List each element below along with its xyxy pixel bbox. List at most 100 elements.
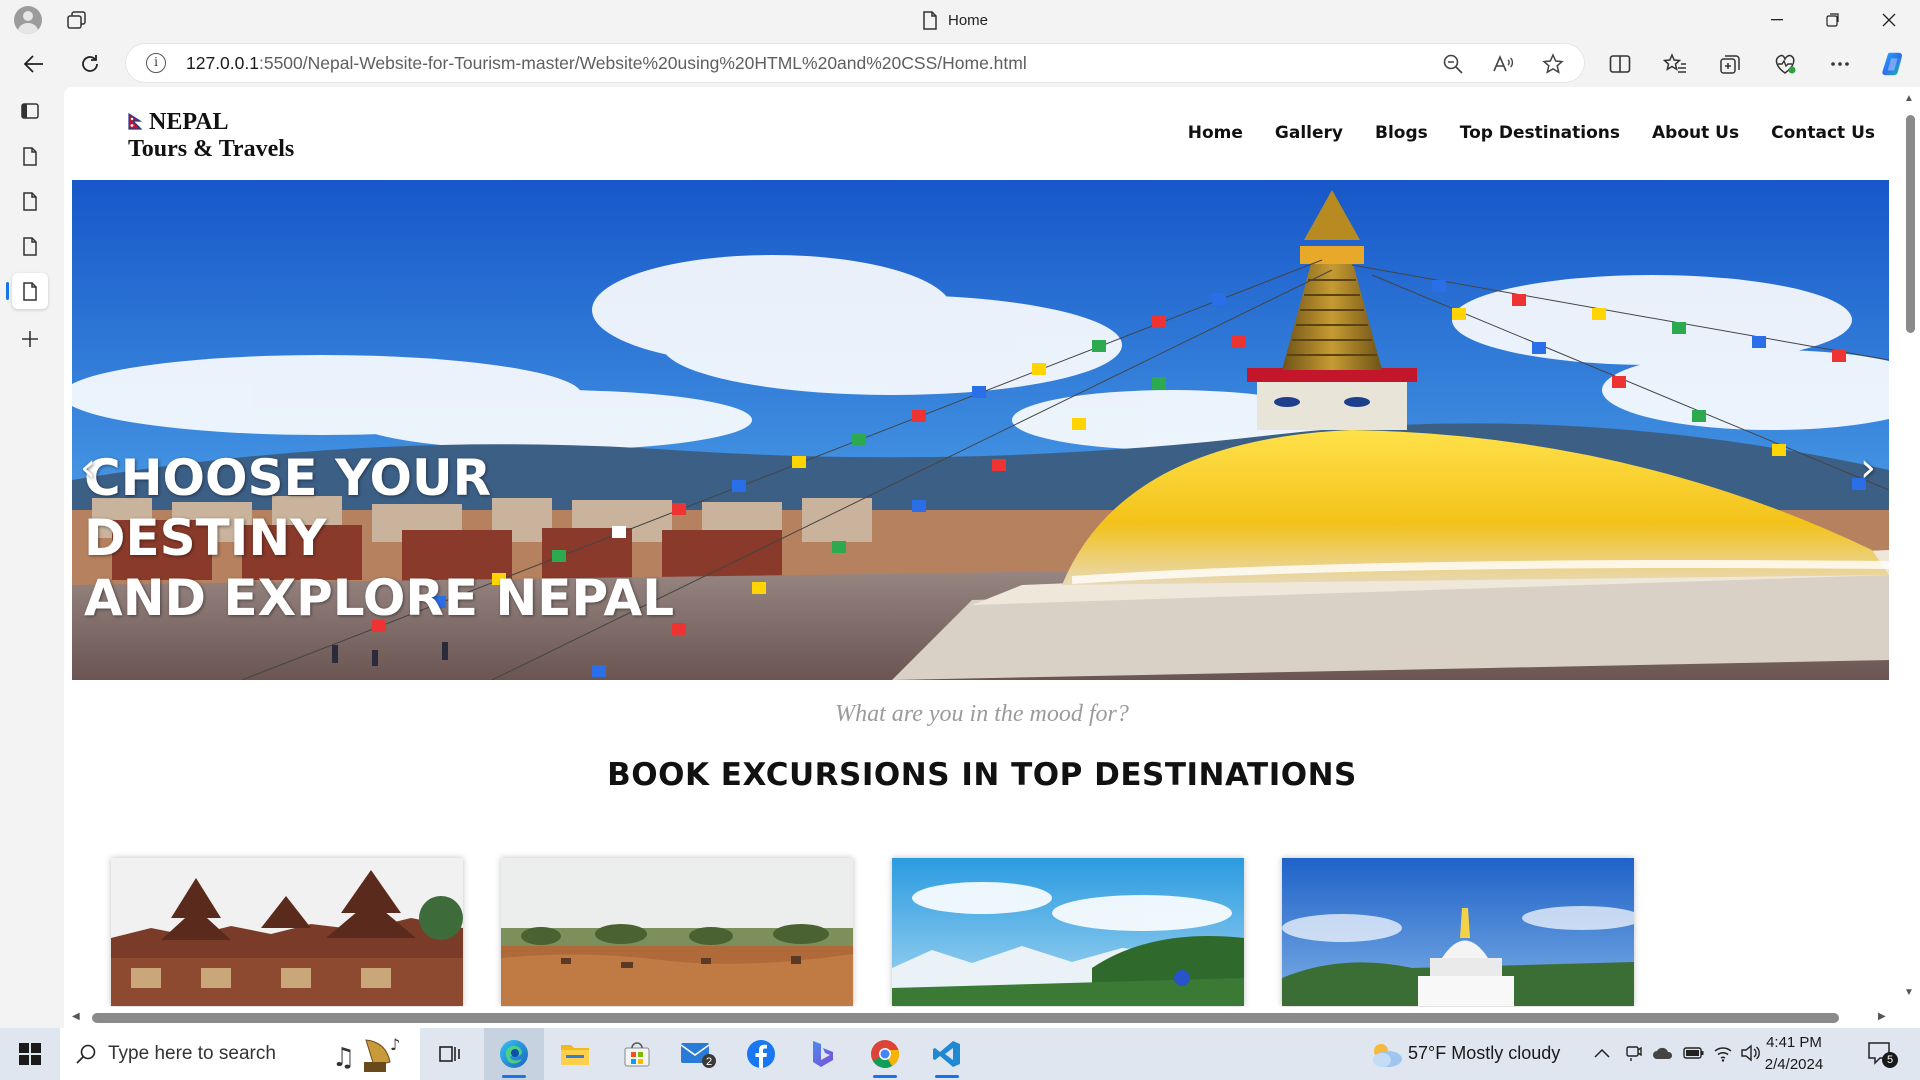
page-icon: [23, 236, 37, 256]
horizontal-scroll-thumb[interactable]: [92, 1013, 1839, 1023]
page-viewport: NEPAL Tours & Travels Home Gallery Blogs…: [64, 87, 1920, 1028]
bing-icon: [813, 1041, 833, 1067]
nav-about-us[interactable]: About Us: [1652, 123, 1739, 143]
vertical-tab-3[interactable]: [12, 228, 48, 264]
taskbar-chrome[interactable]: [855, 1028, 915, 1080]
restore-button[interactable]: [1806, 0, 1860, 40]
vertical-tab-1[interactable]: [12, 138, 48, 174]
music-gramophone-icon: ♫ ♪: [332, 1035, 400, 1073]
tab-actions-icon[interactable]: [66, 10, 88, 30]
vertical-tab-strip: [0, 87, 62, 1028]
minimize-button[interactable]: [1750, 0, 1804, 40]
start-button[interactable]: [0, 1028, 60, 1080]
scroll-right-icon[interactable]: ▶: [1878, 1011, 1886, 1022]
split-screen-icon[interactable]: [1606, 50, 1634, 78]
destination-card-3[interactable]: [892, 858, 1244, 1006]
slider-prev-arrow-icon[interactable]: ‹: [80, 448, 96, 488]
clock-time: 4:41 PM: [1766, 1034, 1822, 1051]
destination-image-mountains: [892, 858, 1244, 1006]
svg-text:♫: ♫: [332, 1043, 355, 1073]
taskbar-vscode[interactable]: [917, 1028, 977, 1080]
tab-panel-toggle[interactable]: [12, 93, 48, 129]
favorites-icon[interactable]: [1661, 50, 1689, 78]
tagline: What are you in the mood for?: [835, 701, 1129, 727]
folder-icon: [561, 1045, 589, 1065]
taskbar-edge[interactable]: [484, 1028, 544, 1080]
refresh-button[interactable]: [72, 46, 108, 82]
section-title: BOOK EXCURSIONS IN TOP DESTINATIONS: [607, 757, 1357, 793]
sidebar-panel-icon: [21, 103, 39, 119]
site-logo[interactable]: NEPAL Tours & Travels: [128, 109, 294, 163]
destination-card-2[interactable]: [501, 858, 853, 1006]
hero-heading-line2: DESTINY: [84, 509, 327, 567]
mail-icon: [680, 1043, 716, 1068]
vertical-scrollbar[interactable]: ▲ ▼: [1900, 87, 1920, 1007]
nav-contact-us[interactable]: Contact Us: [1771, 123, 1875, 143]
refresh-icon: [82, 55, 98, 72]
logo-subtitle: Tours & Travels: [128, 136, 295, 162]
taskbar-search-box[interactable]: Type here to search ♫ ♪: [60, 1028, 420, 1080]
hero-heading-line1: CHOOSE YOUR: [84, 449, 492, 507]
collections-icon[interactable]: [1716, 50, 1744, 78]
zoom-icon[interactable]: [1442, 53, 1464, 75]
slider-next-arrow-icon[interactable]: ›: [1860, 448, 1876, 488]
more-options-icon[interactable]: [1826, 50, 1854, 78]
taskbar-facebook[interactable]: [731, 1028, 791, 1080]
copilot-icon[interactable]: [1880, 50, 1908, 78]
task-view-button[interactable]: [420, 1028, 480, 1080]
url-text[interactable]: 127.0.0.1:5500/Nepal-Website-for-Tourism…: [186, 44, 1027, 82]
edge-browser-icon: [500, 1040, 528, 1068]
destination-image-peace-pagoda: [1282, 858, 1634, 1006]
meet-now-icon[interactable]: [1625, 1044, 1643, 1067]
destination-image-grassland: [501, 858, 853, 1006]
nav-blogs[interactable]: Blogs: [1375, 123, 1428, 143]
taskbar-mail[interactable]: 2: [669, 1028, 729, 1080]
taskbar-bing-chat[interactable]: [793, 1028, 853, 1080]
back-arrow-icon: [24, 55, 43, 73]
vertical-tab-2[interactable]: [12, 183, 48, 219]
nav-gallery[interactable]: Gallery: [1275, 123, 1343, 143]
clock-date: 2/4/2024: [1764, 1056, 1824, 1073]
nav-top-destinations[interactable]: Top Destinations: [1460, 123, 1620, 143]
taskbar-file-explorer[interactable]: [545, 1028, 605, 1080]
browser-title-bar: Home: [0, 0, 1920, 40]
windows-logo-icon: [19, 1043, 41, 1065]
new-tab-button[interactable]: [12, 321, 48, 357]
vertical-tab-active-home[interactable]: [6, 273, 48, 309]
address-bar[interactable]: i 127.0.0.1:5500/Nepal-Website-for-Touri…: [126, 44, 1584, 82]
vertical-scroll-thumb[interactable]: [1906, 115, 1915, 333]
main-nav: Home Gallery Blogs Top Destinations Abou…: [1188, 123, 1875, 143]
weather-widget[interactable]: [1368, 1040, 1404, 1073]
notification-count-badge: 5: [1882, 1052, 1898, 1068]
chrome-icon: [871, 1040, 900, 1068]
page-icon: [23, 281, 37, 301]
close-window-button[interactable]: [1862, 0, 1916, 40]
horizontal-scrollbar[interactable]: ◀ ▶: [64, 1007, 1920, 1028]
onedrive-cloud-icon[interactable]: [1652, 1046, 1674, 1065]
taskbar-store[interactable]: [607, 1028, 667, 1080]
scroll-down-icon[interactable]: ▼: [1904, 987, 1914, 998]
windows-taskbar: Type here to search ♫ ♪ 2 57°F Mostly cl…: [0, 1028, 1920, 1080]
notification-center-button[interactable]: 5: [1866, 1040, 1906, 1068]
back-button[interactable]: [16, 46, 52, 82]
site-info-icon[interactable]: i: [146, 53, 166, 73]
scroll-up-icon[interactable]: ▲: [1904, 93, 1914, 104]
favorite-star-icon[interactable]: [1542, 53, 1564, 75]
vscode-icon: [933, 1041, 960, 1067]
logo-title: NEPAL: [149, 109, 229, 135]
browser-essentials-icon[interactable]: [1771, 50, 1799, 78]
nav-home[interactable]: Home: [1188, 123, 1243, 143]
nepal-flag-icon: [128, 113, 142, 130]
restore-icon: [1826, 13, 1839, 27]
battery-icon[interactable]: [1683, 1046, 1705, 1065]
read-aloud-icon[interactable]: [1492, 53, 1514, 75]
scroll-left-icon[interactable]: ◀: [72, 1011, 80, 1022]
weather-text[interactable]: 57°F Mostly cloudy: [1408, 1043, 1560, 1064]
url-path: :5500/Nepal-Website-for-Tourism-master/W…: [258, 53, 1027, 73]
show-hidden-icons-chevron-icon[interactable]: [1594, 1045, 1610, 1063]
destination-card-4[interactable]: [1282, 858, 1634, 1006]
system-clock[interactable]: 4:41 PM 2/4/2024: [1756, 1032, 1832, 1076]
profile-avatar-icon[interactable]: [14, 6, 42, 34]
destination-card-1[interactable]: [111, 858, 463, 1006]
wifi-icon[interactable]: [1713, 1044, 1733, 1067]
